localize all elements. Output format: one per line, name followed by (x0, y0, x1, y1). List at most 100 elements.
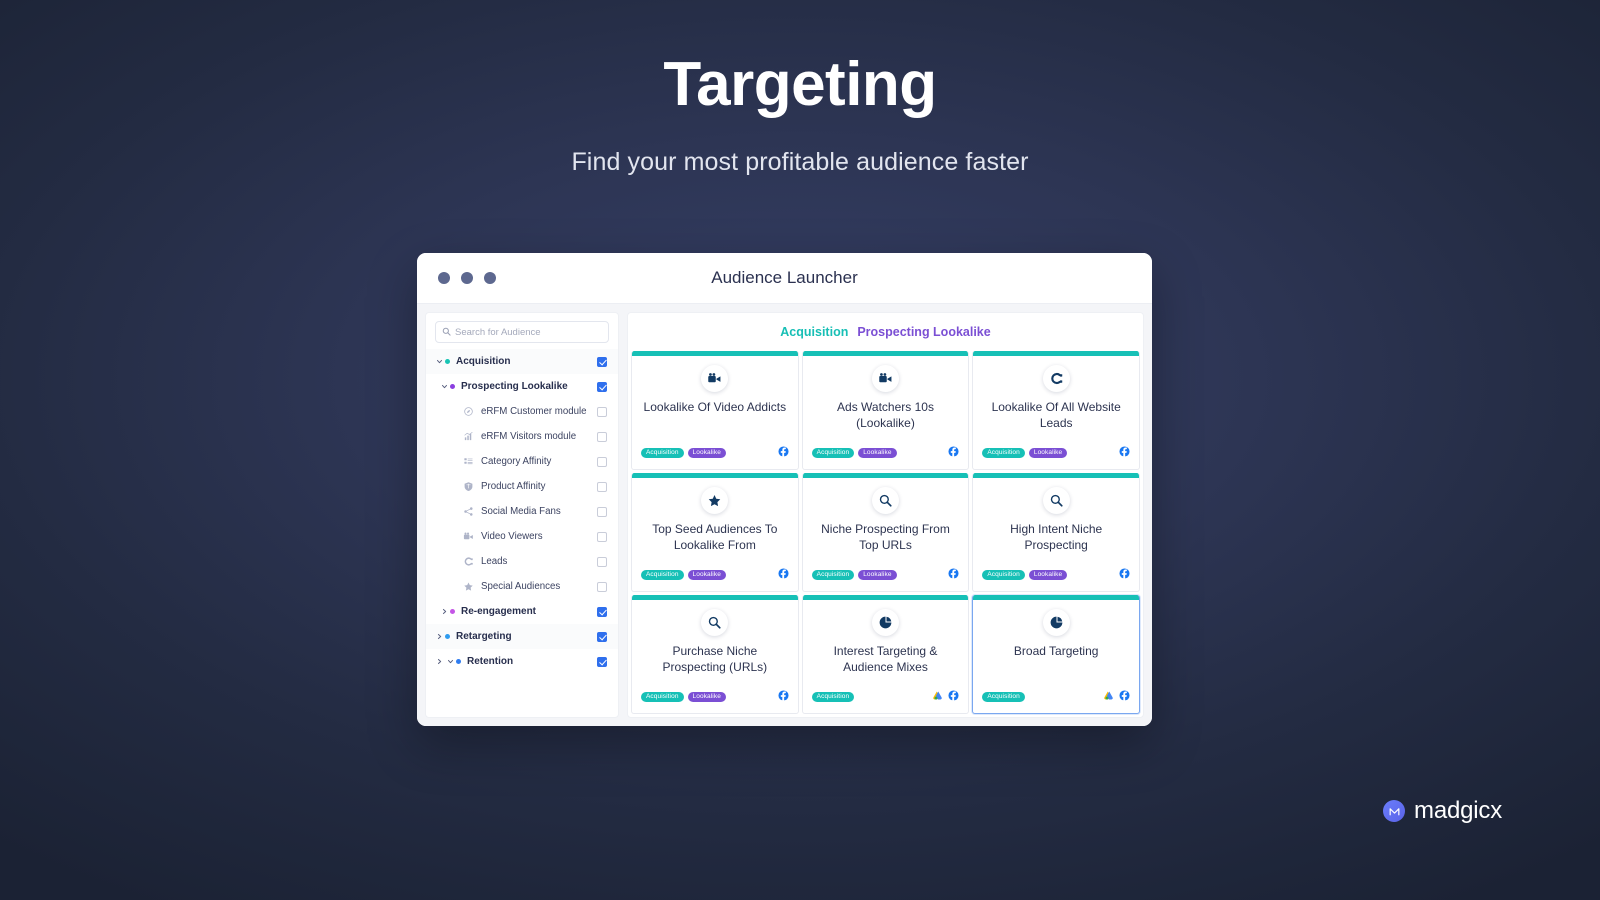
sidebar-item-label: eRFM Visitors module (481, 431, 577, 442)
chevron-down-icon[interactable] (445, 658, 456, 665)
facebook-icon (948, 444, 959, 462)
sidebar-item-checkbox[interactable] (597, 431, 607, 442)
audience-card[interactable]: Top Seed Audiences To Lookalike From Acq… (631, 473, 799, 592)
card-title: High Intent Niche Prospecting (1010, 522, 1103, 552)
sidebar-item-prospecting-lookalike[interactable]: Prospecting Lookalike (426, 374, 618, 399)
card-footer: Acquisition Lookalike (641, 444, 789, 462)
magnifier-icon (1042, 487, 1070, 514)
sidebar-item-checkbox[interactable] (597, 581, 607, 592)
audience-card[interactable]: Broad Targeting Acquisition (972, 595, 1140, 714)
facebook-icon (778, 688, 789, 706)
sidebar-item-label: Retargeting (456, 631, 512, 642)
audience-tree: Acquisition Prospecting Lookalike eRFM Cu… (426, 349, 618, 674)
card-footer: Acquisition Lookalike (641, 566, 789, 584)
search-box[interactable] (435, 321, 609, 343)
breadcrumb-acquisition[interactable]: Acquisition (780, 325, 848, 339)
sidebar-item-acquisition[interactable]: Acquisition (426, 349, 618, 374)
sidebar-item-checkbox[interactable] (597, 481, 607, 492)
sidebar-item-special-audiences[interactable]: Special Audiences (426, 574, 618, 599)
sidebar-item-label: eRFM Customer module (481, 406, 587, 417)
window-minimize-dot[interactable] (461, 272, 473, 284)
audience-card[interactable]: Purchase Niche Prospecting (URLs) Acquis… (631, 595, 799, 714)
card-title: Interest Targeting & Audience Mixes (833, 644, 938, 674)
sidebar: Acquisition Prospecting Lookalike eRFM Cu… (425, 312, 619, 718)
facebook-icon (778, 566, 789, 584)
sidebar-item-checkbox[interactable] (597, 631, 607, 642)
card-tag: Acquisition (811, 691, 855, 703)
sidebar-item-erfm-visitors-module[interactable]: eRFM Visitors module (426, 424, 618, 449)
sidebar-item-label: Acquisition (456, 356, 511, 367)
card-title: Broad Targeting (1013, 644, 1099, 658)
card-tag: Lookalike (858, 569, 897, 581)
sidebar-item-retention[interactable]: Retention (426, 649, 618, 674)
card-title: Top Seed Audiences To Lookalike From (652, 522, 778, 552)
sidebar-item-checkbox[interactable] (597, 531, 607, 542)
sidebar-item-label: Prospecting Lookalike (461, 381, 568, 392)
card-footer: Acquisition Lookalike (982, 444, 1130, 462)
sidebar-item-label: Retention (467, 656, 514, 667)
shield-icon (462, 481, 475, 492)
status-dot (450, 609, 455, 614)
window-controls[interactable] (438, 272, 496, 284)
audience-card[interactable]: Ads Watchers 10s (Lookalike) Acquisition… (801, 351, 970, 470)
chevron-down-icon[interactable] (434, 358, 445, 365)
audience-card[interactable]: Lookalike Of All Website Leads Acquisiti… (972, 351, 1140, 470)
chevron-right-icon[interactable] (439, 608, 450, 615)
pie-chart-icon (871, 609, 899, 636)
card-tag: Lookalike (1028, 447, 1068, 459)
window-maximize-dot[interactable] (484, 272, 496, 284)
facebook-icon (1119, 566, 1130, 584)
card-tag: Lookalike (858, 447, 897, 459)
card-footer: Acquisition Lookalike (811, 444, 960, 462)
window-title: Audience Launcher (711, 268, 858, 287)
facebook-icon (948, 688, 959, 706)
hero-section: Targeting Find your most profitable audi… (0, 0, 1600, 177)
star-icon (701, 487, 729, 514)
sidebar-item-retargeting[interactable]: Retargeting (426, 624, 618, 649)
sidebar-item-category-affinity[interactable]: Category Affinity (426, 449, 618, 474)
sidebar-item-checkbox[interactable] (597, 381, 607, 392)
card-title: Lookalike Of Video Addicts (643, 400, 787, 414)
breadcrumb-prospecting-lookalike[interactable]: Prospecting Lookalike (857, 325, 990, 339)
window-titlebar: Audience Launcher (417, 253, 1152, 304)
card-footer: Acquisition Lookalike (811, 566, 960, 584)
sidebar-item-social-media-fans[interactable]: Social Media Fans (426, 499, 618, 524)
card-title: Ads Watchers 10s (Lookalike) (837, 400, 934, 430)
brand-name: madgicx (1414, 797, 1502, 824)
sidebar-item-product-affinity[interactable]: Product Affinity (426, 474, 618, 499)
facebook-icon (778, 444, 789, 462)
chevron-down-icon[interactable] (439, 383, 450, 390)
audience-card[interactable]: High Intent Niche Prospecting Acquisitio… (972, 473, 1140, 592)
card-tag: Acquisition (982, 447, 1025, 459)
card-platforms (778, 444, 789, 462)
sidebar-item-erfm-customer-module[interactable]: eRFM Customer module (426, 399, 618, 424)
card-title: Purchase Niche Prospecting (URLs) (662, 644, 768, 674)
audience-card[interactable]: Niche Prospecting From Top URLs Acquisit… (801, 473, 970, 592)
sidebar-item-checkbox[interactable] (597, 506, 607, 517)
facebook-icon (1119, 444, 1130, 462)
list-icon (462, 456, 475, 467)
audience-card[interactable]: Interest Targeting & Audience Mixes Acqu… (801, 595, 970, 714)
sidebar-item-checkbox[interactable] (597, 606, 607, 617)
sidebar-item-checkbox[interactable] (597, 356, 607, 367)
sidebar-item-checkbox[interactable] (597, 556, 607, 567)
google-ads-icon (1103, 688, 1114, 706)
sidebar-item-label: Special Audiences (481, 581, 561, 592)
sidebar-item-leads[interactable]: Leads (426, 549, 618, 574)
search-input[interactable] (455, 326, 602, 338)
sidebar-item-video-viewers[interactable]: Video Viewers (426, 524, 618, 549)
compass-icon (462, 406, 475, 417)
card-tag: Acquisition (982, 691, 1025, 703)
video-camera-icon (871, 365, 899, 392)
audience-card[interactable]: Lookalike Of Video Addicts Acquisition Lo… (631, 351, 799, 470)
leads-icon (462, 556, 475, 567)
window-close-dot[interactable] (438, 272, 450, 284)
sidebar-item-re-engagement[interactable]: Re-engagement (426, 599, 618, 624)
sidebar-item-checkbox[interactable] (597, 456, 607, 467)
chevron-right-icon[interactable] (434, 658, 445, 665)
sidebar-item-checkbox[interactable] (597, 406, 607, 417)
chevron-right-icon[interactable] (434, 633, 445, 640)
card-tag: Acquisition (641, 569, 684, 581)
card-title: Niche Prospecting From Top URLs (821, 522, 950, 552)
sidebar-item-checkbox[interactable] (597, 656, 607, 667)
